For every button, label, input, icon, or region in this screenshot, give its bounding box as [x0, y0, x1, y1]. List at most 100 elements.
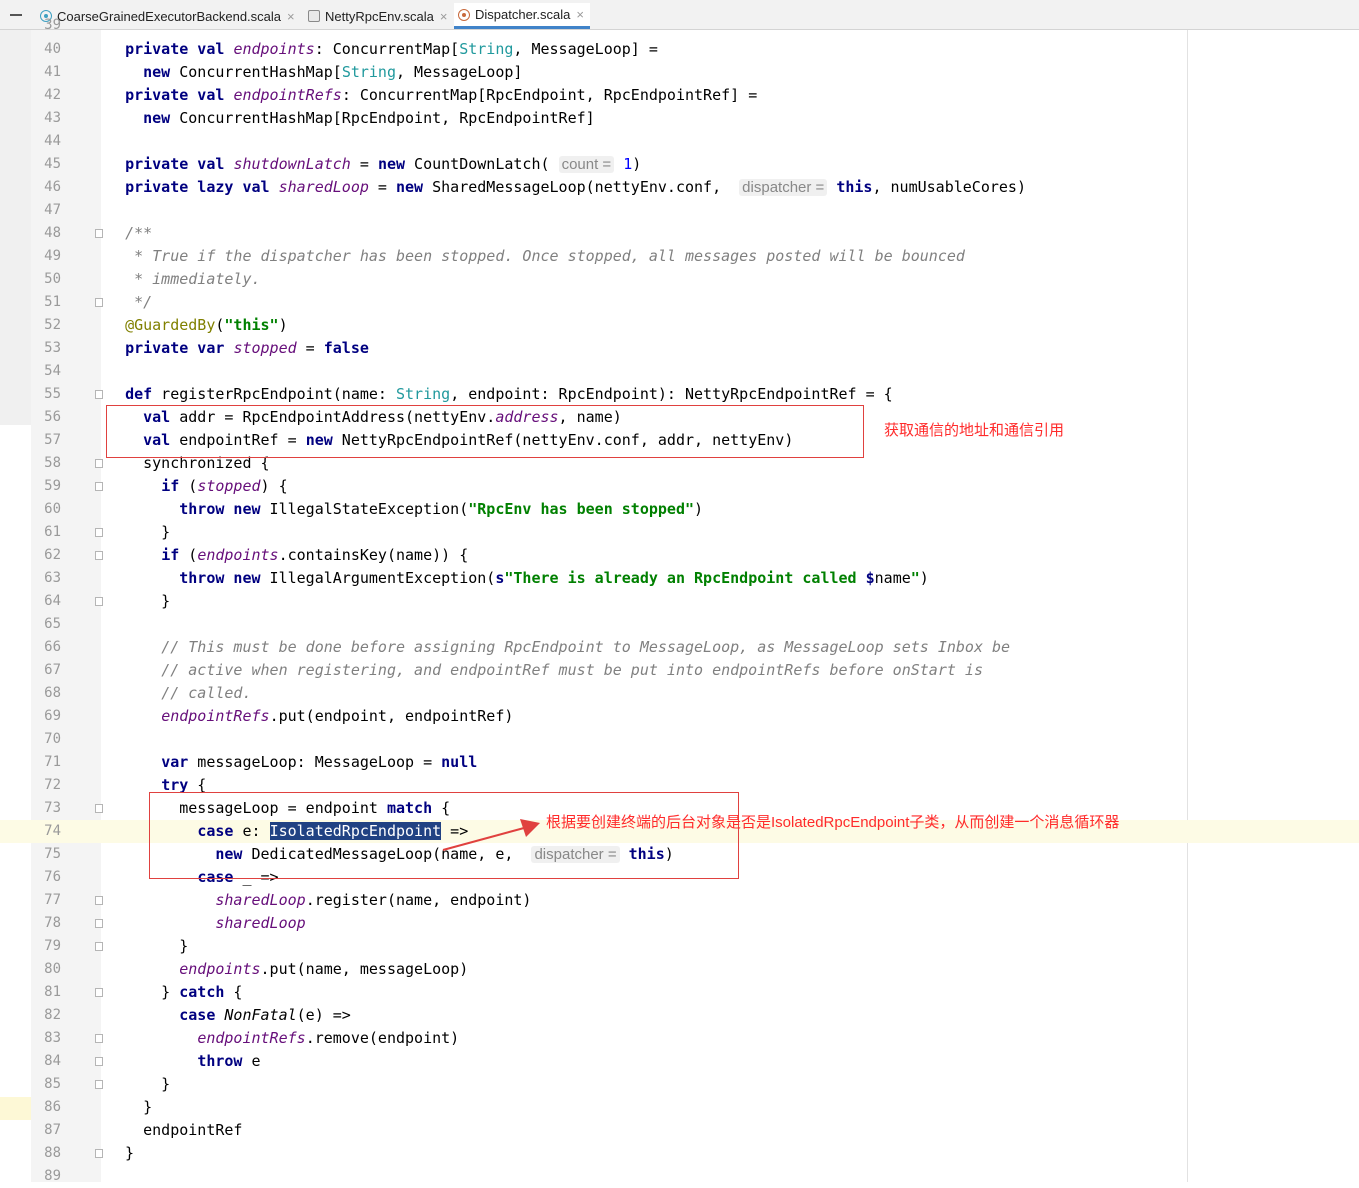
line-number: 51: [44, 294, 61, 310]
line-number: 85: [44, 1076, 61, 1092]
code-line: 66 // This must be done before assigning…: [0, 636, 1359, 659]
line-number: 78: [44, 915, 61, 931]
parameter-hint: count =: [558, 156, 615, 173]
annotation-note-address: 获取通信的地址和通信引用: [884, 422, 1065, 439]
line-number: 66: [44, 639, 61, 655]
code-line: 89: [0, 1165, 1359, 1188]
line-number: 61: [44, 524, 61, 540]
fold-icon[interactable]: [95, 459, 103, 468]
line-number: 49: [44, 248, 61, 264]
code-text: @GuardedBy("this"): [125, 316, 288, 334]
code-line: 53 private var stopped = false: [0, 337, 1359, 360]
code-line: 80 endpoints.put(name, messageLoop): [0, 958, 1359, 981]
fold-icon[interactable]: [95, 942, 103, 951]
line-number: 55: [44, 386, 61, 402]
code-text: case NonFatal(e) =>: [179, 1006, 351, 1024]
line-number: 41: [44, 64, 61, 80]
code-line: 77 sharedLoop.register(name, endpoint): [0, 889, 1359, 912]
code-text: * True if the dispatcher has been stoppe…: [134, 247, 965, 265]
code-line: 39: [0, 14, 1359, 37]
fold-icon[interactable]: [95, 597, 103, 606]
fold-icon[interactable]: [95, 390, 103, 399]
code-text: def registerRpcEndpoint(name: String, en…: [125, 385, 893, 403]
fold-icon[interactable]: [95, 551, 103, 560]
code-text: }: [107, 937, 189, 955]
fold-icon[interactable]: [95, 804, 103, 813]
line-number: 46: [44, 179, 61, 195]
code-text: private val shutdownLatch = new CountDow…: [125, 155, 642, 173]
fold-icon[interactable]: [95, 1034, 103, 1043]
fold-icon[interactable]: [95, 528, 103, 537]
code-line: 49 * True if the dispatcher has been sto…: [0, 245, 1359, 268]
code-text: endpointRefs.put(endpoint, endpointRef): [161, 707, 514, 725]
code-text: }: [107, 1144, 135, 1162]
code-line: 50 * immediately.: [0, 268, 1359, 291]
code-text: * immediately.: [134, 270, 261, 288]
code-text: new ConcurrentHashMap[RpcEndpoint, RpcEn…: [143, 109, 595, 127]
code-text: private lazy val sharedLoop = new Shared…: [125, 178, 1026, 196]
line-number: 44: [44, 133, 61, 149]
fold-icon[interactable]: [95, 1080, 103, 1089]
code-text: throw e: [197, 1052, 261, 1070]
change-marker: [0, 1097, 31, 1120]
line-number: 60: [44, 501, 61, 517]
line-number: 56: [44, 409, 61, 425]
code-text: */: [134, 293, 153, 311]
annotation-box-address: [106, 405, 864, 458]
code-line: 41 new ConcurrentHashMap[String, Message…: [0, 61, 1359, 84]
code-line: 68 // called.: [0, 682, 1359, 705]
fold-icon[interactable]: [95, 482, 103, 491]
code-line: 69 endpointRefs.put(endpoint, endpointRe…: [0, 705, 1359, 728]
code-line: 87 endpointRef: [0, 1119, 1359, 1142]
code-line: 63 throw new IllegalArgumentException(s"…: [0, 567, 1359, 590]
code-text: private val endpointRefs: ConcurrentMap[…: [125, 86, 758, 104]
code-line: 84 throw e: [0, 1050, 1359, 1073]
line-number: 74: [44, 823, 61, 839]
annotation-arrow-icon: [442, 819, 540, 851]
line-number: 84: [44, 1053, 61, 1069]
line-number: 76: [44, 869, 61, 885]
line-number: 81: [44, 984, 61, 1000]
line-number: 75: [44, 846, 61, 862]
line-number: 77: [44, 892, 61, 908]
line-number: 58: [44, 455, 61, 471]
line-number: 42: [44, 87, 61, 103]
code-text: if (endpoints.containsKey(name)) {: [161, 546, 469, 564]
code-text: }: [107, 523, 171, 541]
code-line: 45 private val shutdownLatch = new Count…: [0, 153, 1359, 176]
fold-icon[interactable]: [95, 298, 103, 307]
line-number: 88: [44, 1145, 61, 1161]
line-number: 40: [44, 41, 61, 57]
code-line: 42 private val endpointRefs: ConcurrentM…: [0, 84, 1359, 107]
code-text: endpointRef: [107, 1121, 243, 1139]
fold-icon[interactable]: [95, 229, 103, 238]
line-number: 71: [44, 754, 61, 770]
code-line: 48 /**: [0, 222, 1359, 245]
code-text: private val endpoints: ConcurrentMap[Str…: [125, 40, 658, 58]
fold-icon[interactable]: [95, 1057, 103, 1066]
line-number: 50: [44, 271, 61, 287]
fold-icon[interactable]: [95, 896, 103, 905]
line-number: 59: [44, 478, 61, 494]
line-number: 72: [44, 777, 61, 793]
line-number: 86: [44, 1099, 61, 1115]
line-number: 47: [44, 202, 61, 218]
fold-icon[interactable]: [95, 919, 103, 928]
code-text: if (stopped) {: [161, 477, 288, 495]
code-line: 83 endpointRefs.remove(endpoint): [0, 1027, 1359, 1050]
line-number: 48: [44, 225, 61, 241]
fold-icon[interactable]: [95, 988, 103, 997]
line-number: 87: [44, 1122, 61, 1138]
code-line: 70: [0, 728, 1359, 751]
code-line: 61 }: [0, 521, 1359, 544]
fold-icon[interactable]: [95, 1149, 103, 1158]
code-text: }: [107, 1098, 153, 1116]
code-line: 67 // active when registering, and endpo…: [0, 659, 1359, 682]
code-line: 86 }: [0, 1096, 1359, 1119]
code-text: endpoints.put(name, messageLoop): [179, 960, 469, 978]
code-line: 46 private lazy val sharedLoop = new Sha…: [0, 176, 1359, 199]
code-line: 82 case NonFatal(e) =>: [0, 1004, 1359, 1027]
code-text: /**: [125, 224, 153, 242]
code-line: 54: [0, 360, 1359, 383]
code-text: // called.: [161, 684, 252, 702]
